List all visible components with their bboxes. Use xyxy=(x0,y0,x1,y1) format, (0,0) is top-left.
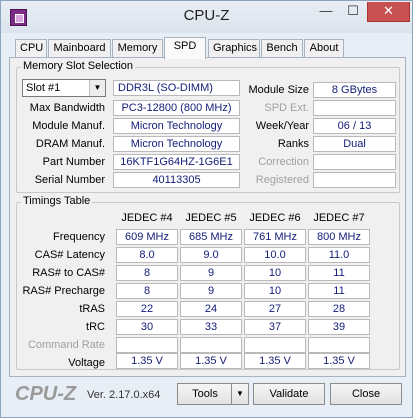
tab-graphics[interactable]: Graphics xyxy=(208,39,260,58)
timing-cell: 685 MHz xyxy=(180,229,242,245)
timing-cell: 27 xyxy=(244,301,306,317)
module-type-value: DDR3L (SO-DIMM) xyxy=(113,80,240,96)
timing-cell: 10 xyxy=(244,283,306,299)
cpuz-logo: CPU-Z xyxy=(15,383,77,405)
tools-button-label: Tools xyxy=(192,388,218,400)
timing-cell xyxy=(308,337,370,353)
timing-col-header: JEDEC #4 xyxy=(121,212,173,224)
part-number-label: Part Number xyxy=(42,156,105,168)
serial-number-label: Serial Number xyxy=(34,174,105,186)
timing-cell: 10.0 xyxy=(244,247,306,263)
close-window-button[interactable]: ✕ xyxy=(367,2,410,22)
timing-cell: 8.0 xyxy=(116,247,178,263)
timing-cell: 30 xyxy=(116,319,178,335)
timing-cell: 761 MHz xyxy=(244,229,306,245)
timing-cell: 8 xyxy=(116,283,178,299)
tab-about[interactable]: About xyxy=(304,39,344,58)
module-size-value: 8 GBytes xyxy=(313,82,396,98)
timings-group-label: Timings Table xyxy=(21,195,93,207)
max-bandwidth-label: Max Bandwidth xyxy=(29,102,105,114)
module-size-label: Module Size xyxy=(248,84,309,96)
command-rate-label: Command Rate xyxy=(27,339,105,351)
timing-cell: 9.0 xyxy=(180,247,242,263)
week-year-value: 06 / 13 xyxy=(313,118,396,134)
timing-cell: 609 MHz xyxy=(116,229,178,245)
serial-number-value: 40113305 xyxy=(113,172,240,188)
tab-cpu[interactable]: CPU xyxy=(15,39,47,58)
timing-cell: 28 xyxy=(308,301,370,317)
timing-col-header: JEDEC #6 xyxy=(249,212,301,224)
part-number-value: 16KTF1G64HZ-1G6E1 xyxy=(113,154,240,170)
timing-cell xyxy=(244,337,306,353)
maximize-button[interactable]: ☐ xyxy=(340,2,366,22)
minimize-button[interactable]: — xyxy=(313,2,339,22)
correction-value xyxy=(313,154,396,170)
timing-cell: 33 xyxy=(180,319,242,335)
registered-label: Registered xyxy=(255,174,309,186)
tras-label: tRAS xyxy=(79,303,105,315)
module-manuf-label: Module Manuf. xyxy=(32,120,105,132)
ras-to-cas-label: RAS# to CAS# xyxy=(32,267,105,279)
timing-cell: 39 xyxy=(308,319,370,335)
timing-cell: 24 xyxy=(180,301,242,317)
correction-label: Correction xyxy=(258,156,309,168)
max-bandwidth-value: PC3-12800 (800 MHz) xyxy=(113,100,240,116)
registered-value xyxy=(313,172,396,188)
tab-mainboard[interactable]: Mainboard xyxy=(48,39,111,58)
timing-cell: 9 xyxy=(180,283,242,299)
timings-group: Timings Table JEDEC #4 JEDEC #5 JEDEC #6… xyxy=(16,195,400,370)
tab-bench[interactable]: Bench xyxy=(261,39,303,58)
tab-memory[interactable]: Memory xyxy=(112,39,163,58)
ranks-label: Ranks xyxy=(277,138,309,150)
timing-cell xyxy=(116,337,178,353)
timing-col-header: JEDEC #5 xyxy=(185,212,237,224)
memory-slot-group-label: Memory Slot Selection xyxy=(21,60,136,72)
tab-spd[interactable]: SPD xyxy=(164,37,206,59)
module-manuf-value: Micron Technology xyxy=(113,118,240,134)
slot-select[interactable]: Slot #1 ▼ xyxy=(22,79,106,97)
title-bar[interactable]: CPU-Z — ☐ ✕ xyxy=(1,1,412,33)
timing-col-header: JEDEC #7 xyxy=(313,212,365,224)
frequency-label: Frequency xyxy=(53,231,105,243)
timing-cell: 9 xyxy=(180,265,242,281)
timing-cell: 8 xyxy=(116,265,178,281)
timing-cell: 1.35 V xyxy=(180,353,242,369)
dram-manuf-label: DRAM Manuf. xyxy=(35,138,105,150)
validate-button[interactable]: Validate xyxy=(253,383,325,405)
memory-slot-group: Memory Slot Selection Slot #1 ▼ DDR3L (S… xyxy=(16,60,400,193)
tools-button[interactable]: Tools ▼ xyxy=(177,383,249,405)
timing-cell: 800 MHz xyxy=(308,229,370,245)
ras-precharge-label: RAS# Precharge xyxy=(22,285,105,297)
spd-ext-label: SPD Ext. xyxy=(264,102,309,114)
tools-dropdown-arrow[interactable]: ▼ xyxy=(231,384,248,404)
timing-cell: 11 xyxy=(308,265,370,281)
spd-ext-value xyxy=(313,100,396,116)
trc-label: tRC xyxy=(86,321,105,333)
chevron-down-icon: ▼ xyxy=(89,80,105,96)
timing-cell: 22 xyxy=(116,301,178,317)
timing-cell: 1.35 V xyxy=(116,353,178,369)
cpuz-window: CPU-Z — ☐ ✕ CPU Mainboard Memory SPD Gra… xyxy=(0,0,413,418)
week-year-label: Week/Year xyxy=(255,120,309,132)
timing-cell: 37 xyxy=(244,319,306,335)
timing-cell: 1.35 V xyxy=(308,353,370,369)
close-button[interactable]: Close xyxy=(330,383,402,405)
timing-cell: 11.0 xyxy=(308,247,370,263)
cas-latency-label: CAS# Latency xyxy=(34,249,105,261)
timing-cell: 10 xyxy=(244,265,306,281)
timing-cell: 1.35 V xyxy=(244,353,306,369)
version-label: Ver. 2.17.0.x64 xyxy=(87,389,161,401)
voltage-label: Voltage xyxy=(68,357,105,369)
ranks-value: Dual xyxy=(313,136,396,152)
timing-cell xyxy=(180,337,242,353)
spd-panel: Memory Slot Selection Slot #1 ▼ DDR3L (S… xyxy=(9,57,406,377)
slot-select-value: Slot #1 xyxy=(26,82,61,94)
timing-cell: 11 xyxy=(308,283,370,299)
dram-manuf-value: Micron Technology xyxy=(113,136,240,152)
